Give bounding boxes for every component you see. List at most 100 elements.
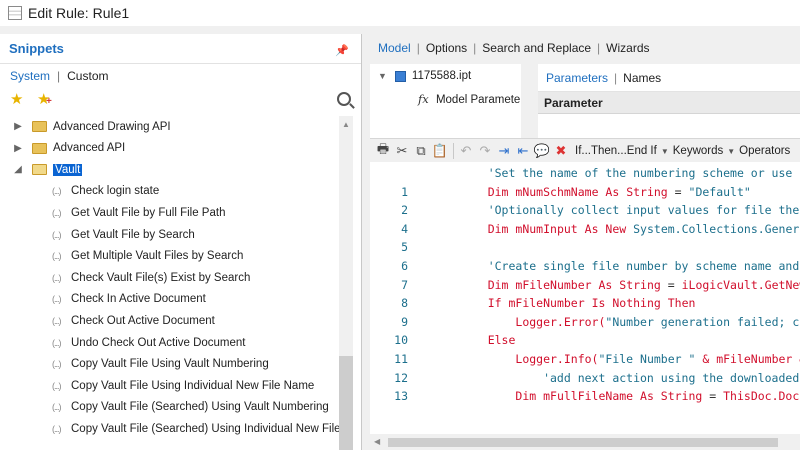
operators-label: Operators	[739, 144, 791, 157]
tree-snippet-item[interactable]: (...) Get Multiple Vault Files by Search	[52, 246, 243, 267]
line-number: 8	[401, 296, 408, 311]
chevron-right-icon[interactable]: ▶	[12, 121, 24, 132]
tree-snippet-item[interactable]: (...) Copy Vault File (Searched) Using Va…	[52, 397, 329, 418]
tree-snippet-item[interactable]: (...) Check login state	[52, 181, 159, 202]
paste-icon[interactable]: 📋	[431, 142, 449, 160]
model-parameters-node[interactable]: fx Model Paramete	[418, 92, 520, 106]
indent-icon[interactable]: ⇥	[495, 142, 513, 160]
code-line[interactable]: 11 Logger.Info("File Number " & mFileNum…	[370, 350, 800, 368]
code-line[interactable]: 'Set the name of the numbering scheme or…	[370, 164, 800, 182]
code-line[interactable]: 1 Dim mNumSchmName As String = "Default"	[370, 183, 751, 201]
code-line[interactable]: 5	[370, 238, 460, 256]
favorite-star-icon[interactable]: ★	[10, 90, 23, 108]
snippet-icon: (...)	[52, 337, 62, 348]
copy-icon[interactable]: ⧉	[412, 142, 430, 160]
model-tree-root[interactable]: ▼ 1175588.ipt	[378, 70, 471, 82]
tab-parameters[interactable]: Parameters	[546, 71, 608, 85]
code-token: mNumInput	[508, 221, 585, 236]
code-line[interactable]: 7 Dim mFileNumber As String = iLogicVaul…	[370, 276, 800, 294]
code-line[interactable]: 4 Dim mNumInput As New System.Collection…	[370, 220, 800, 238]
code-line[interactable]: 6 'Create single file number by scheme n…	[370, 257, 800, 275]
tree-folder[interactable]: ▶ Advanced API	[12, 138, 125, 159]
scrollbar-thumb[interactable]	[388, 438, 778, 447]
tab-custom[interactable]: Custom	[67, 69, 108, 83]
pin-icon[interactable]: 📌	[335, 44, 349, 57]
tab-search-and-replace[interactable]: Search and Replace	[482, 41, 591, 55]
comment-icon[interactable]: 💬	[533, 142, 551, 160]
folder-icon	[32, 121, 47, 132]
tab-model[interactable]: Model	[378, 41, 411, 55]
model-tree-vscroll[interactable]	[521, 64, 535, 148]
cut-icon[interactable]: ✂	[393, 142, 411, 160]
outdent-icon[interactable]: ⇤	[514, 142, 532, 160]
tree-snippet-item[interactable]: (...) Copy Vault File Using Individual Ne…	[52, 375, 314, 396]
code-line[interactable]: 8 If mFileNumber Is Nothing Then	[370, 294, 695, 312]
scrollbar-thumb[interactable]	[339, 356, 353, 450]
tree-item-label: Get Multiple Vault Files by Search	[71, 250, 244, 263]
snippet-icon: (...)	[52, 294, 62, 305]
operators-dropdown[interactable]: Operators	[739, 145, 790, 157]
snippets-scrollbar[interactable]: ▲	[339, 116, 353, 450]
code-text: 'Create single file number by scheme nam…	[460, 259, 800, 273]
search-icon[interactable]	[337, 92, 351, 106]
keywords-dropdown[interactable]: Keywords ▼	[673, 145, 735, 157]
collapse-arrow-icon[interactable]: ▼	[378, 71, 387, 81]
if-then-end-if-dropdown[interactable]: If...Then...End If ▼	[575, 145, 669, 157]
scroll-up-icon[interactable]: ▲	[342, 120, 350, 129]
code-token: "File Number "	[598, 352, 696, 366]
uncomment-icon[interactable]: ✖	[552, 142, 570, 160]
tree-snippet-item[interactable]: (...) Get Vault File by Search	[52, 224, 195, 245]
tab-wizards[interactable]: Wizards	[606, 41, 649, 55]
snippet-icon: (...)	[52, 380, 62, 391]
tree-item-label: Check In Active Document	[71, 293, 206, 306]
tab-names[interactable]: Names	[623, 71, 661, 85]
chevron-down-icon: ▼	[660, 146, 669, 156]
snippet-icon: (...)	[52, 423, 62, 434]
tree-snippet-item[interactable]: (...) Check In Active Document	[52, 289, 206, 310]
line-number: 12	[394, 370, 408, 385]
tree-snippet-item[interactable]: (...) Undo Check Out Active Document	[52, 332, 246, 353]
chevron-right-icon[interactable]: ▶	[12, 143, 24, 154]
snippets-header: Snippets 📌	[0, 34, 361, 64]
chevron-down-icon: ▼	[727, 146, 736, 156]
tree-snippet-item[interactable]: (...) Check Out Active Document	[52, 310, 215, 331]
code-token: mFullFileName	[536, 389, 641, 404]
code-line[interactable]: 13 Dim mFullFileName As String = ThisDoc…	[370, 387, 800, 405]
tree-item-label: Check Vault File(s) Exist by Search	[71, 271, 251, 284]
tab-separator: |	[597, 41, 601, 55]
tab-separator: |	[473, 41, 477, 55]
code-token: & mFileNumber &	[695, 352, 800, 366]
redo-icon[interactable]: ↷	[476, 142, 494, 160]
parameter-column-header[interactable]: Parameter	[538, 92, 800, 114]
tab-options[interactable]: Options	[426, 41, 467, 55]
editor-hscroll[interactable]: ◀	[370, 434, 800, 450]
tree-snippet-item[interactable]: (...) Copy Vault File Using Vault Numberi…	[52, 354, 269, 375]
part-icon	[394, 70, 406, 82]
code-line[interactable]: 9 Logger.Error("Number generation failed…	[370, 313, 800, 331]
code-token: As String	[640, 389, 703, 404]
tree-folder[interactable]: ▶ Advanced Drawing API	[12, 116, 171, 137]
tree-item-label: Advanced Drawing API	[53, 120, 171, 133]
print-icon[interactable]: 🖶	[374, 141, 392, 160]
add-favorite-icon[interactable]: ★ +	[37, 90, 52, 108]
chevron-down-icon[interactable]: ◢	[12, 164, 24, 175]
tree-snippet-item[interactable]: (...) Copy Vault File (Searched) Using In…	[52, 418, 340, 439]
tree-snippet-item[interactable]: (...) Check Vault File(s) Exist by Search	[52, 267, 250, 288]
line-number: 13	[394, 389, 408, 404]
code-line[interactable]: 12 'add next action using the downloaded…	[370, 369, 800, 387]
scroll-left-icon[interactable]: ◀	[374, 437, 380, 446]
tab-system[interactable]: System	[10, 69, 50, 83]
model-root-label: 1175588.ipt	[411, 70, 472, 82]
line-number: 6	[401, 259, 408, 273]
tree-folder[interactable]: ◢ Vault	[12, 159, 83, 180]
code-token: Logger.Info(	[515, 352, 599, 366]
code-editor[interactable]: 'Set the name of the numbering scheme or…	[370, 162, 800, 434]
code-line[interactable]: 2 'Optionally collect input values for f…	[370, 201, 800, 219]
code-token: mFileNumber	[508, 277, 599, 292]
code-line[interactable]: 10 Else	[370, 331, 515, 349]
undo-icon[interactable]: ↶	[457, 142, 475, 160]
code-token: =	[702, 389, 724, 404]
tree-snippet-item[interactable]: (...) Get Vault File by Full File Path	[52, 202, 225, 223]
line-number: 11	[394, 352, 408, 366]
